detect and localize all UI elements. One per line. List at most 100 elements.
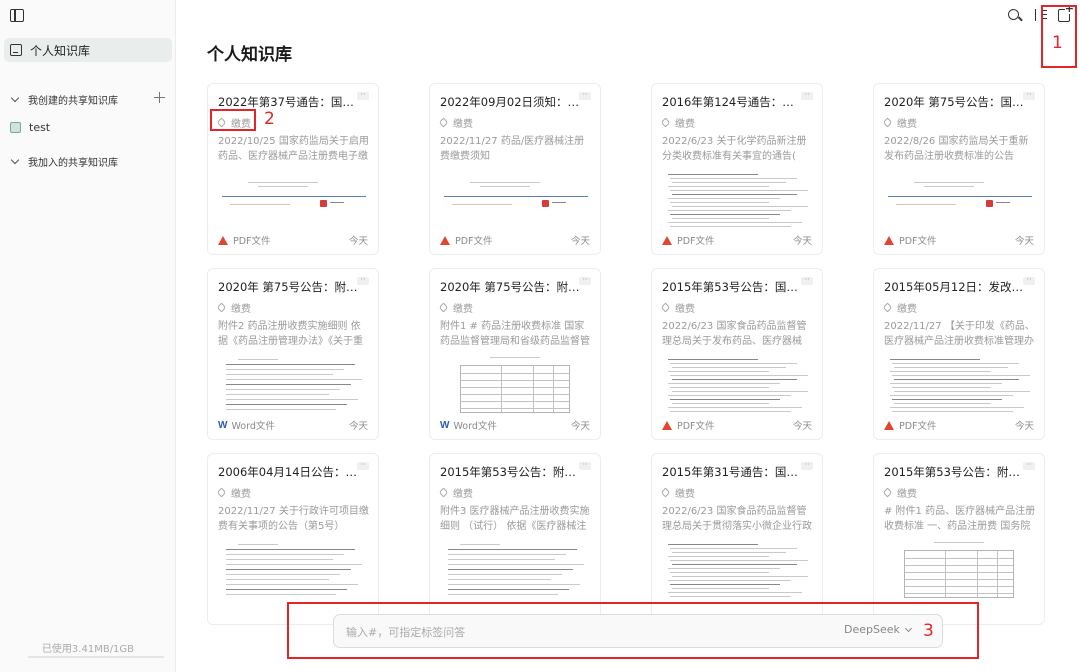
more-icon[interactable]: ··	[801, 461, 813, 470]
kb-icon	[10, 122, 21, 133]
storage-bar	[28, 656, 164, 658]
more-icon[interactable]: ··	[1023, 276, 1035, 285]
sidebar-item-label: test	[29, 121, 51, 134]
card-date: 今天	[1014, 236, 1034, 247]
pdf-file-icon	[884, 235, 894, 245]
file-type: PDF文件	[899, 236, 937, 247]
tag[interactable]: 缴费	[216, 485, 251, 500]
tag[interactable]: 缴费	[660, 300, 695, 315]
tag-label: 缴费	[453, 119, 473, 130]
tag-icon	[438, 302, 449, 313]
document-card[interactable]: 2015年第53号公告：附件… ·· 缴费 附件3 医疗器械产品注册收费实施细则…	[429, 453, 601, 625]
add-shared-kb-icon[interactable]	[154, 92, 165, 103]
more-icon[interactable]: ··	[357, 461, 369, 470]
card-title: 2015年第53号公告：国家…	[662, 280, 802, 294]
tag-label: 缴费	[897, 304, 917, 315]
more-icon[interactable]: ··	[1023, 91, 1035, 100]
tag-label: 缴费	[675, 119, 695, 130]
card-snippet: 2022/6/23 关于化学药品新注册分类收费标准有关事宜的通告( 2016…	[662, 136, 807, 162]
pdf-file-icon	[218, 235, 228, 245]
card-footer: PDF文件 今天	[218, 233, 368, 247]
tag[interactable]: 缴费	[882, 485, 917, 500]
pdf-file-icon	[662, 420, 672, 430]
document-card[interactable]: 2016年第124号通告：关… ·· 缴费 2022/6/23 关于化学药品新注…	[651, 83, 823, 255]
tag-label: 缴费	[897, 119, 917, 130]
document-thumbnail	[218, 170, 370, 230]
more-icon[interactable]: ··	[579, 91, 591, 100]
document-thumbnail	[662, 170, 814, 230]
page-title: 个人知识库	[207, 45, 292, 65]
card-title: 2015年第53号公告：附件…	[440, 465, 580, 479]
annotation-number: 3	[923, 621, 934, 641]
book-icon	[10, 44, 22, 56]
document-thumbnail	[440, 355, 592, 415]
tag[interactable]: 缴费	[660, 485, 695, 500]
more-icon[interactable]: ··	[801, 91, 813, 100]
card-title: 2020年 第75号公告：国…	[884, 95, 1024, 109]
card-title: 2015年第53号公告：附件…	[884, 465, 1024, 479]
tag-icon	[438, 487, 449, 498]
storage-usage: 已使用3.41MB/1GB	[41, 644, 135, 655]
document-card[interactable]: 2015年第53号公告：附件… ·· 缴费 # 附件1 药品、医疗器械产品注册收…	[873, 453, 1045, 625]
more-icon[interactable]: ··	[357, 91, 369, 100]
tag[interactable]: 缴费	[882, 300, 917, 315]
sidebar-item-personal-kb[interactable]: 个人知识库	[4, 38, 172, 62]
search-icon[interactable]	[1008, 9, 1021, 22]
document-thumbnail	[662, 540, 814, 600]
document-card[interactable]: 2020年 第75号公告：国… ·· 缴费 2022/8/26 国家药监局关于重…	[873, 83, 1045, 255]
card-date: 今天	[792, 236, 812, 247]
document-card[interactable]: 2022年09月02日须知：… ·· 缴费 2022/11/27 药品/医疗器械…	[429, 83, 601, 255]
card-snippet: 2022/10/25 国家药监局关于启用药品、医疗器械产品注册费电子缴款…	[218, 136, 369, 162]
card-title: 2015年05月12日：发改…	[884, 280, 1024, 294]
sidebar-toggle-icon[interactable]	[10, 9, 24, 22]
card-snippet: 2022/11/27 关于行政许可项目缴费有关事项的公告（第5号） https:…	[218, 506, 369, 532]
card-title: 2016年第124号通告：关…	[662, 95, 802, 109]
tag-icon	[882, 302, 893, 313]
document-card[interactable]: 2020年 第75号公告：附… ·· 缴费 附件1 # 药品注册收费标准 国家药…	[429, 268, 601, 440]
sidebar-group-my-shared[interactable]: 我创建的共享知识库	[8, 90, 118, 108]
card-title: 2022年第37号通告：国家…	[218, 95, 358, 109]
document-thumbnail	[440, 170, 592, 230]
document-card[interactable]: 2015年05月12日：发改… ·· 缴费 2022/11/27 【关于印发《药…	[873, 268, 1045, 440]
annotation-box	[210, 109, 256, 131]
card-date: 今天	[792, 421, 812, 432]
file-type: PDF文件	[455, 236, 493, 247]
document-card[interactable]: 2015年第53号公告：国家… ·· 缴费 2022/6/23 国家食品药品监督…	[651, 268, 823, 440]
document-card[interactable]: 2020年 第75号公告：附… ·· 缴费 附件2 药品注册收费实施细则 依据《…	[207, 268, 379, 440]
tag[interactable]: 缴费	[216, 300, 251, 315]
card-footer: PDF文件 今天	[884, 233, 1034, 247]
document-thumbnail	[884, 170, 1036, 230]
card-snippet: 2022/11/27 药品/医疗器械注册费缴费须知 https://www.nm…	[440, 136, 585, 162]
tag[interactable]: 缴费	[438, 115, 473, 130]
document-card[interactable]: 2015年第31号通告：国家… ·· 缴费 2022/6/23 国家食品药品监督…	[651, 453, 823, 625]
document-card[interactable]: 2006年04月14日公告：… ·· 缴费 2022/11/27 关于行政许可项…	[207, 453, 379, 625]
card-footer: W Word文件 今天	[218, 418, 368, 433]
file-type: PDF文件	[899, 421, 937, 432]
card-date: 今天	[348, 421, 368, 432]
card-date: 今天	[570, 421, 590, 432]
sidebar: 个人知识库 我创建的共享知识库 test 我加入的共享知识库 已使用3.41MB…	[0, 0, 176, 672]
tag-label: 缴费	[231, 489, 251, 500]
tag[interactable]: 缴费	[660, 115, 695, 130]
pdf-file-icon	[662, 235, 672, 245]
more-icon[interactable]: ··	[357, 276, 369, 285]
tag-icon	[660, 487, 671, 498]
tag[interactable]: 缴费	[438, 485, 473, 500]
tag[interactable]: 缴费	[438, 300, 473, 315]
word-file-icon: W	[218, 419, 228, 431]
sidebar-group-joined-shared[interactable]: 我加入的共享知识库	[8, 152, 118, 170]
tag[interactable]: 缴费	[882, 115, 917, 130]
more-icon[interactable]: ··	[579, 461, 591, 470]
card-snippet: 2022/8/26 国家药监局关于重新发布药品注册收费标准的公告（202…	[884, 136, 1029, 162]
more-icon[interactable]: ··	[1023, 461, 1035, 470]
more-icon[interactable]: ··	[579, 276, 591, 285]
file-type: PDF文件	[677, 421, 715, 432]
document-thumbnail	[662, 355, 814, 415]
sidebar-item-test[interactable]: test	[10, 121, 50, 134]
file-type: Word文件	[453, 421, 497, 432]
more-icon[interactable]: ··	[801, 276, 813, 285]
file-type: PDF文件	[233, 236, 271, 247]
card-date: 今天	[348, 236, 368, 247]
card-snippet: 2022/11/27 【关于印发《药品、医疗器械产品注册收费标准管理办法…	[884, 321, 1035, 347]
tag-label: 缴费	[453, 489, 473, 500]
